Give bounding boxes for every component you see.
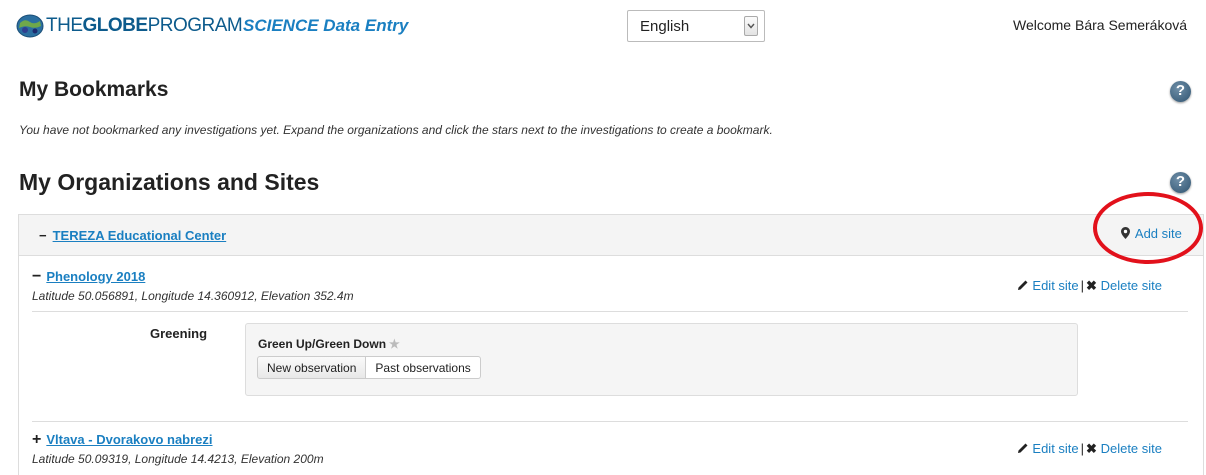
app-title: SCIENCE Data Entry [243,16,409,35]
chevron-down-icon[interactable] [744,16,758,36]
organization-name[interactable]: TEREZA Educational Center [53,228,227,243]
divider [32,421,1188,422]
site-name-link[interactable]: Phenology 2018 [46,269,145,284]
help-icon[interactable]: ? [1170,81,1191,102]
edit-site-link[interactable]: Edit site [1032,441,1078,456]
logo-globe: GLOBE [82,15,149,36]
site-coordinates: Latitude 50.09319, Longitude 14.4213, El… [32,452,324,466]
organization-header: − TEREZA Educational Center Add site [19,215,1203,256]
delete-site-link[interactable]: Delete site [1101,278,1162,293]
divider [32,311,1188,312]
site-actions: Edit site | ✖ Delete site [1017,441,1162,457]
help-icon[interactable]: ? [1170,172,1191,193]
delete-icon: ✖ [1086,278,1097,293]
header: THEGLOBEPROGRAM SCIENCE Data Entry Engli… [0,0,1206,52]
bookmarks-empty-message: You have not bookmarked any investigatio… [19,123,773,137]
language-value: English [640,18,690,35]
globe-logo[interactable]: THEGLOBEPROGRAM [16,14,243,38]
organizations-title: My Organizations and Sites [19,169,320,195]
investigation-box: Green Up/Green Down ★ New observation Pas… [245,323,1078,396]
logo-the: THE [46,15,83,36]
organization-panel: − TEREZA Educational Center Add site − Phe… [18,214,1204,475]
highlight-circle [1093,192,1203,264]
welcome-user: Welcome Bára Semeráková [1013,17,1188,33]
collapse-icon[interactable]: − [39,228,47,243]
protocol-label: Greening [150,326,208,341]
pencil-icon [1017,443,1028,453]
site-item: + Vltava - Dvorakovo nabrezi Latitude 50.… [32,431,1188,466]
expand-icon[interactable]: + [32,431,41,448]
past-observations-button[interactable]: Past observations [366,356,481,379]
logo-program: PROGRAM [147,15,243,36]
new-observation-button[interactable]: New observation [257,356,367,379]
site-coordinates: Latitude 50.056891, Longitude 14.360912,… [32,289,354,303]
star-icon[interactable]: ★ [389,337,400,351]
language-select[interactable]: English [627,10,765,42]
site-actions: Edit site | ✖ Delete site [1017,278,1162,294]
delete-site-link[interactable]: Delete site [1101,441,1162,456]
organization-link[interactable]: − TEREZA Educational Center [39,228,226,243]
site-item: − Phenology 2018 Latitude 50.056891, Long… [32,268,1188,303]
site-name-link[interactable]: Vltava - Dvorakovo nabrezi [46,432,212,447]
delete-icon: ✖ [1086,441,1097,456]
globe-logo-icon [16,14,44,38]
collapse-icon[interactable]: − [32,268,41,285]
investigation-name: Green Up/Green Down [258,337,387,351]
pencil-icon [1017,280,1028,290]
observation-buttons: New observation Past observations [257,356,481,379]
bookmarks-title: My Bookmarks [19,78,169,101]
edit-site-link[interactable]: Edit site [1032,278,1078,293]
